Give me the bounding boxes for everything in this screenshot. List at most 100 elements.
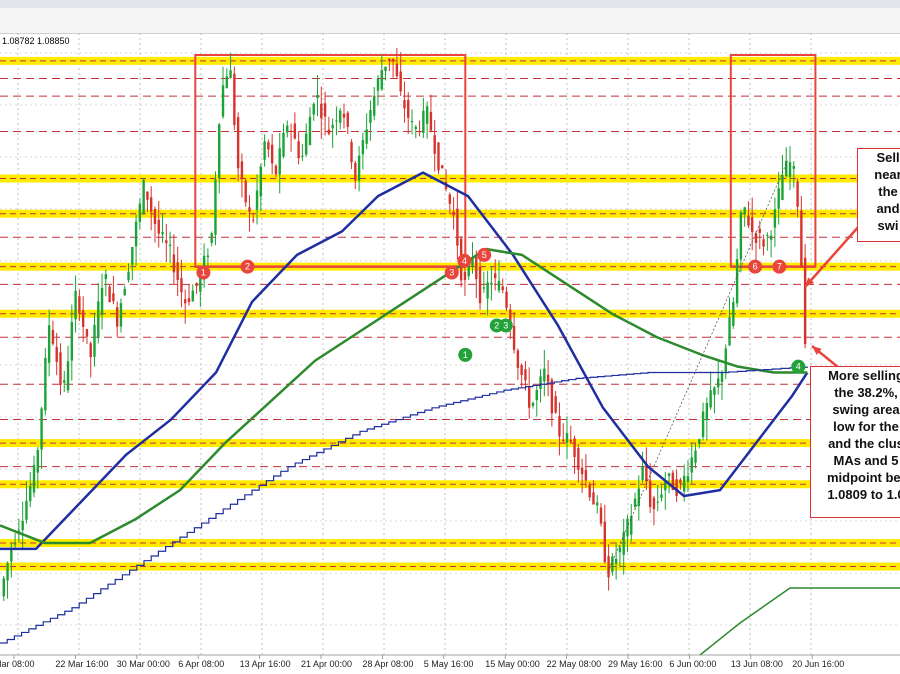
candle xyxy=(127,271,130,281)
candle xyxy=(637,488,641,507)
candle xyxy=(686,476,690,482)
x-tick-label: 22 May 08:00 xyxy=(547,659,602,669)
candle xyxy=(543,368,546,382)
candle xyxy=(85,329,89,337)
candle xyxy=(698,439,701,444)
candle xyxy=(641,465,644,481)
candle xyxy=(259,166,263,197)
candle xyxy=(667,473,671,477)
candle xyxy=(539,376,542,389)
candle xyxy=(327,129,331,135)
candle xyxy=(301,155,304,157)
candle xyxy=(482,287,486,289)
candle xyxy=(10,548,13,562)
candle xyxy=(184,299,187,304)
candle xyxy=(781,175,784,200)
trend-line xyxy=(607,160,788,573)
candle xyxy=(191,290,194,302)
x-tick-label: 6 Apr 08:00 xyxy=(178,659,224,669)
candle xyxy=(652,497,656,510)
candle xyxy=(195,283,198,286)
candle xyxy=(112,293,115,302)
candle xyxy=(618,547,622,553)
candle xyxy=(580,467,584,475)
candle xyxy=(176,262,179,281)
toolbar-strip xyxy=(0,0,900,8)
candle xyxy=(221,85,225,117)
candle xyxy=(59,352,62,385)
candle xyxy=(150,197,153,212)
candle xyxy=(157,219,160,234)
candle xyxy=(93,324,96,357)
candle xyxy=(739,212,743,260)
x-tick-label: Mar 08:00 xyxy=(0,659,35,669)
marker-label: 3 xyxy=(449,268,454,278)
marker-label: 6 xyxy=(753,262,758,272)
candle xyxy=(293,123,297,139)
candle xyxy=(391,58,395,62)
candle xyxy=(550,379,554,414)
candle xyxy=(369,109,372,123)
x-tick-label: 30 Mar 00:00 xyxy=(117,659,170,669)
marker-label: 1 xyxy=(463,350,468,360)
candle xyxy=(146,191,149,200)
annotation-line: and xyxy=(876,201,900,216)
annotation-line: midpoint bet xyxy=(827,470,900,485)
candle xyxy=(414,126,417,129)
candle xyxy=(225,76,228,88)
candle xyxy=(357,155,361,181)
annotation-upper: Sell near the and swi xyxy=(857,148,900,242)
candle xyxy=(520,365,523,376)
candle xyxy=(119,303,123,327)
candle xyxy=(172,254,176,273)
candle xyxy=(274,165,278,175)
candle xyxy=(528,386,531,408)
candle xyxy=(240,161,244,179)
candle xyxy=(29,485,32,502)
annotation-line: swi xyxy=(877,218,899,233)
candle xyxy=(452,211,455,216)
candle xyxy=(331,124,334,129)
candle xyxy=(777,188,780,209)
range-boxes xyxy=(194,54,817,268)
x-axis: Mar 08:00 22 Mar 16:00 30 Mar 00:00 6 Apr 0… xyxy=(0,654,900,674)
candle xyxy=(410,121,414,123)
candle xyxy=(123,288,126,296)
candle xyxy=(165,240,168,244)
candle xyxy=(648,480,652,507)
candle xyxy=(747,215,750,226)
range-box xyxy=(194,54,467,268)
ma-stepped-line xyxy=(0,366,808,644)
green-stepped-line xyxy=(689,587,900,664)
candle xyxy=(350,142,353,163)
candle xyxy=(89,343,92,358)
x-tick-label: 13 Apr 16:00 xyxy=(240,659,291,669)
candle xyxy=(81,310,85,327)
candle xyxy=(233,73,236,126)
candle xyxy=(493,273,497,279)
candle xyxy=(365,129,368,144)
candle xyxy=(531,402,535,406)
candle xyxy=(289,130,293,132)
annotation-line: the xyxy=(878,184,898,199)
candle xyxy=(422,110,425,133)
x-tick-label: 21 Apr 00:00 xyxy=(301,659,352,669)
price-chart[interactable]: 12345123674 Mar 08:0022 Mar 16:0030 Mar … xyxy=(0,33,900,674)
candle xyxy=(384,66,387,72)
candle xyxy=(278,148,281,175)
candle xyxy=(656,501,659,503)
candle xyxy=(592,492,595,505)
candle xyxy=(558,416,561,437)
candle xyxy=(497,280,501,291)
candle xyxy=(55,346,58,362)
candle xyxy=(270,144,274,164)
marker-label: 2 xyxy=(494,320,499,330)
candle xyxy=(206,255,210,258)
candle xyxy=(785,160,788,177)
candle xyxy=(134,221,138,247)
candle xyxy=(724,348,727,373)
candle xyxy=(769,235,773,240)
marker-label: 3 xyxy=(503,320,508,330)
annotation-line: Sell xyxy=(876,150,900,165)
candle xyxy=(100,288,104,316)
